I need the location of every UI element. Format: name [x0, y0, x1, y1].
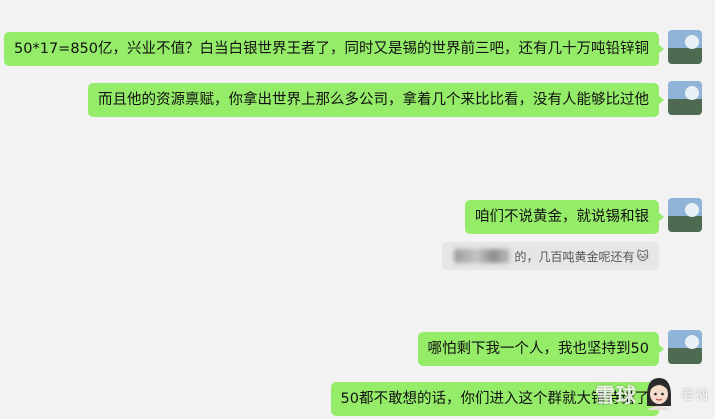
message-row: 50*17=850亿，兴业不值？白当白银世界王者了，同时又是锡的世界前三吧，还有… — [4, 32, 664, 66]
chat-bubble[interactable]: 50*17=850亿，兴业不值？白当白银世界王者了，同时又是锡的世界前三吧，还有… — [4, 32, 664, 66]
message-row: 而且他的资源禀赋，你拿出世界上那么多公司，拿着几个来比比看，没有人能够比过他 — [88, 83, 664, 117]
quote-text: 的，几百吨黄金呢还有 — [514, 249, 635, 264]
watermark-logo: 雪球 — [594, 383, 637, 407]
chat-bubble[interactable]: 咱们不说黄金，就说锡和银 — [465, 200, 664, 234]
avatar[interactable] — [668, 81, 702, 115]
avatar[interactable] — [668, 198, 702, 232]
blurred-name — [454, 249, 511, 263]
cartoon-avatar-icon — [646, 377, 671, 410]
avatar[interactable] — [668, 330, 702, 364]
avatar[interactable] — [668, 30, 702, 64]
watermark-user: 老衲 — [680, 388, 709, 403]
message-row: 咱们不说黄金，就说锡和银 — [465, 200, 664, 234]
chat-bubble[interactable]: 而且他的资源禀赋，你拿出世界上那么多公司，拿着几个来比比看，没有人能够比过他 — [88, 83, 664, 117]
snowball-watermark: 雪球 老衲 — [535, 368, 715, 419]
quoted-message[interactable]: 的，几百吨黄金呢还有 🐱 — [442, 242, 659, 270]
message-row: 哪怕剩下我一个人，我也坚持到50 — [417, 332, 665, 366]
cat-emoji-icon: 🐱 — [636, 249, 649, 263]
chat-bubble[interactable]: 哪怕剩下我一个人，我也坚持到50 — [417, 332, 665, 366]
